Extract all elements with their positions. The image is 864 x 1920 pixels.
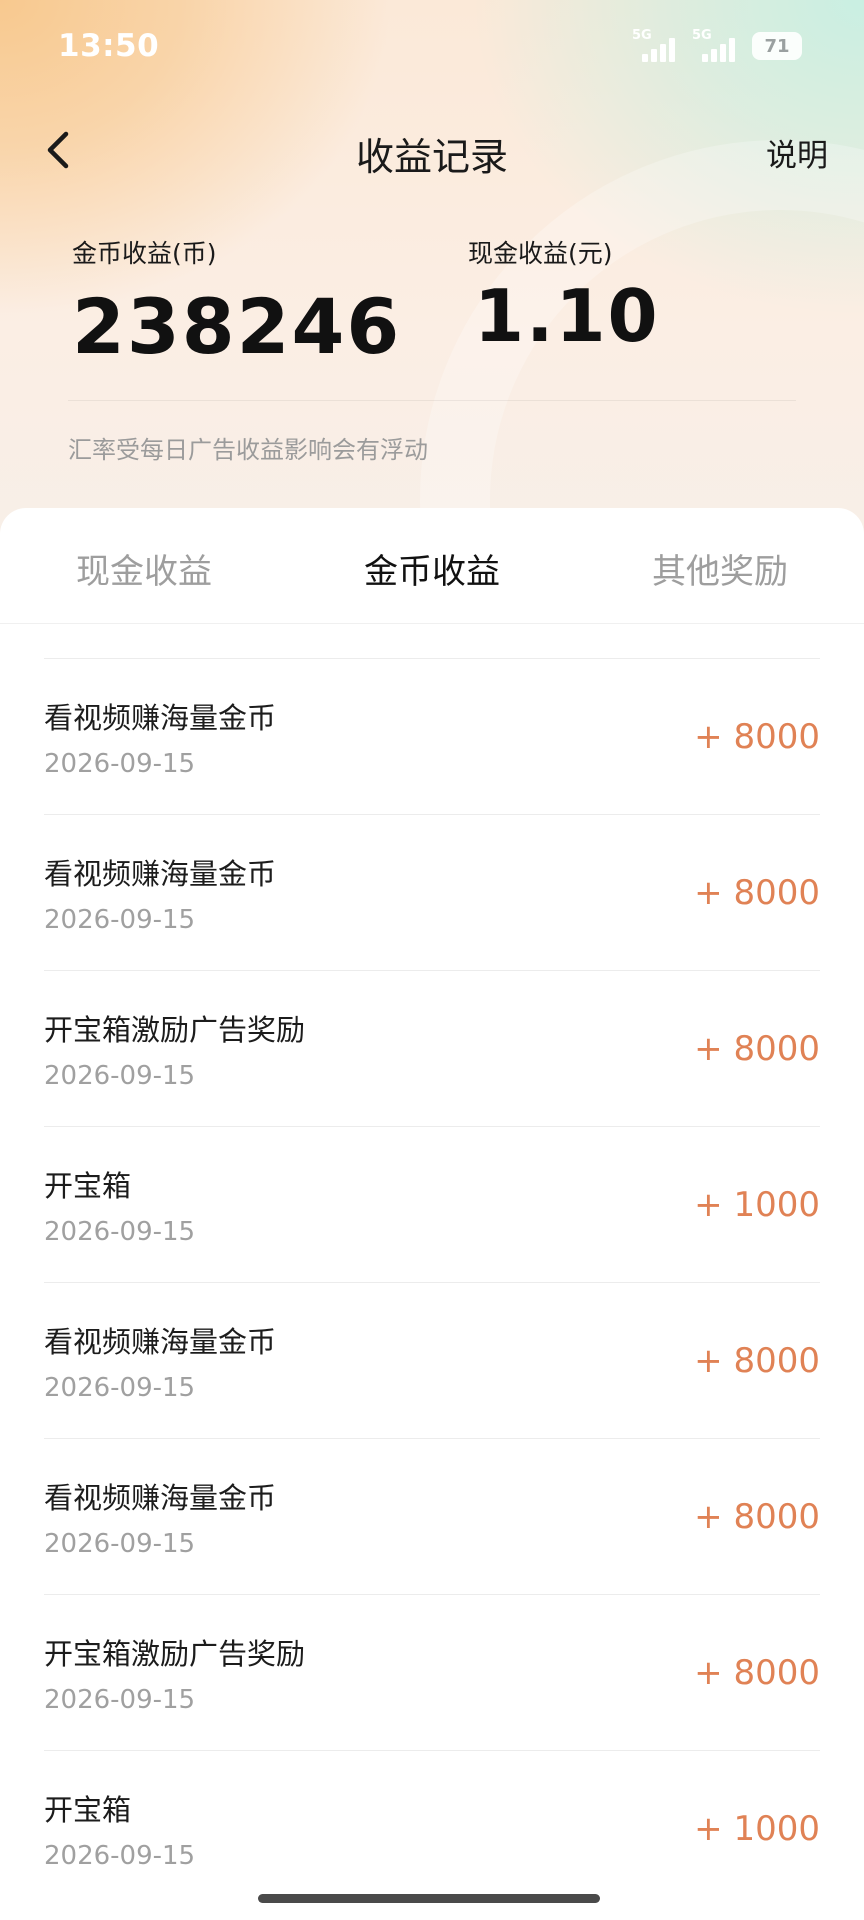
record-title: 看视频赚海量金币 <box>44 1325 277 1359</box>
record-amount: + 8000 <box>694 1497 820 1537</box>
tab-cash-earnings[interactable]: 现金收益 <box>0 544 288 593</box>
list-item[interactable]: 看视频赚海量金币 2026-09-15 + 8000 <box>44 658 820 814</box>
record-date: 2026-09-15 <box>44 1841 196 1871</box>
list-item[interactable]: 开宝箱 2026-09-15 + 1000 <box>44 1126 820 1282</box>
record-amount: + 1000 <box>694 1185 820 1225</box>
list-item[interactable]: 开宝箱激励广告奖励 2026-09-15 + 8000 <box>44 970 820 1126</box>
records-sheet: 现金收益 金币收益 其他奖励 看视频赚海量金币 2026-09-15 + 800… <box>0 508 864 1920</box>
list-item[interactable]: 开宝箱激励广告奖励 2026-09-15 + 8000 <box>44 1594 820 1750</box>
record-date: 2026-09-15 <box>44 1061 196 1091</box>
status-time: 13:50 <box>58 28 160 64</box>
record-title: 看视频赚海量金币 <box>44 857 277 891</box>
coin-earnings-label: 金币收益(币) <box>72 239 217 268</box>
record-date: 2026-09-15 <box>44 905 196 935</box>
record-amount: + 8000 <box>694 873 820 913</box>
record-title: 看视频赚海量金币 <box>44 701 277 735</box>
screen: 13:50 5G 5G 71 收益记录 说明 金币收益(币) 现金收益(元) 2… <box>0 0 864 1920</box>
tab-other-rewards[interactable]: 其他奖励 <box>576 544 864 593</box>
record-date: 2026-09-15 <box>44 749 196 779</box>
record-date: 2026-09-15 <box>44 1217 196 1247</box>
record-amount: + 8000 <box>694 717 820 757</box>
page-title: 收益记录 <box>355 135 508 179</box>
list-item[interactable]: 看视频赚海量金币 2026-09-15 + 8000 <box>44 814 820 970</box>
signal-icon: 5G <box>632 28 680 62</box>
record-date: 2026-09-15 <box>44 1685 196 1715</box>
record-date: 2026-09-15 <box>44 1529 196 1559</box>
battery-icon: 71 <box>752 32 802 60</box>
coin-earnings-value: 238246 <box>72 282 402 371</box>
list-item[interactable]: 开宝箱 2026-09-15 + 1000 <box>44 1750 820 1906</box>
record-title: 开宝箱激励广告奖励 <box>44 1013 306 1047</box>
nav-bar: 收益记录 说明 <box>0 110 864 190</box>
cash-earnings-value: 1.10 <box>474 274 660 358</box>
home-indicator[interactable] <box>258 1894 600 1903</box>
signal-icon: 5G <box>692 28 740 62</box>
cash-earnings-label: 现金收益(元) <box>468 239 613 268</box>
status-indicators: 5G 5G 71 <box>632 28 802 64</box>
record-title: 看视频赚海量金币 <box>44 1481 277 1515</box>
record-amount: + 1000 <box>694 1809 820 1849</box>
record-title: 开宝箱激励广告奖励 <box>44 1637 306 1671</box>
record-title: 开宝箱 <box>44 1793 132 1827</box>
divider <box>68 400 796 401</box>
record-amount: + 8000 <box>694 1029 820 1069</box>
status-bar: 13:50 5G 5G 71 <box>0 0 864 96</box>
record-amount: + 8000 <box>694 1341 820 1381</box>
list-item[interactable]: 看视频赚海量金币 2026-09-15 + 8000 <box>44 1438 820 1594</box>
record-amount: + 8000 <box>694 1653 820 1693</box>
record-date: 2026-09-15 <box>44 1373 196 1403</box>
records-list: 看视频赚海量金币 2026-09-15 + 8000 看视频赚海量金币 2026… <box>0 658 864 1906</box>
exchange-rate-note: 汇率受每日广告收益影响会有浮动 <box>68 436 428 464</box>
tab-bar: 现金收益 金币收益 其他奖励 <box>0 508 864 624</box>
record-title: 开宝箱 <box>44 1169 132 1203</box>
tab-coin-earnings[interactable]: 金币收益 <box>288 544 576 593</box>
help-link[interactable]: 说明 <box>766 130 828 175</box>
list-item[interactable]: 看视频赚海量金币 2026-09-15 + 8000 <box>44 1282 820 1438</box>
